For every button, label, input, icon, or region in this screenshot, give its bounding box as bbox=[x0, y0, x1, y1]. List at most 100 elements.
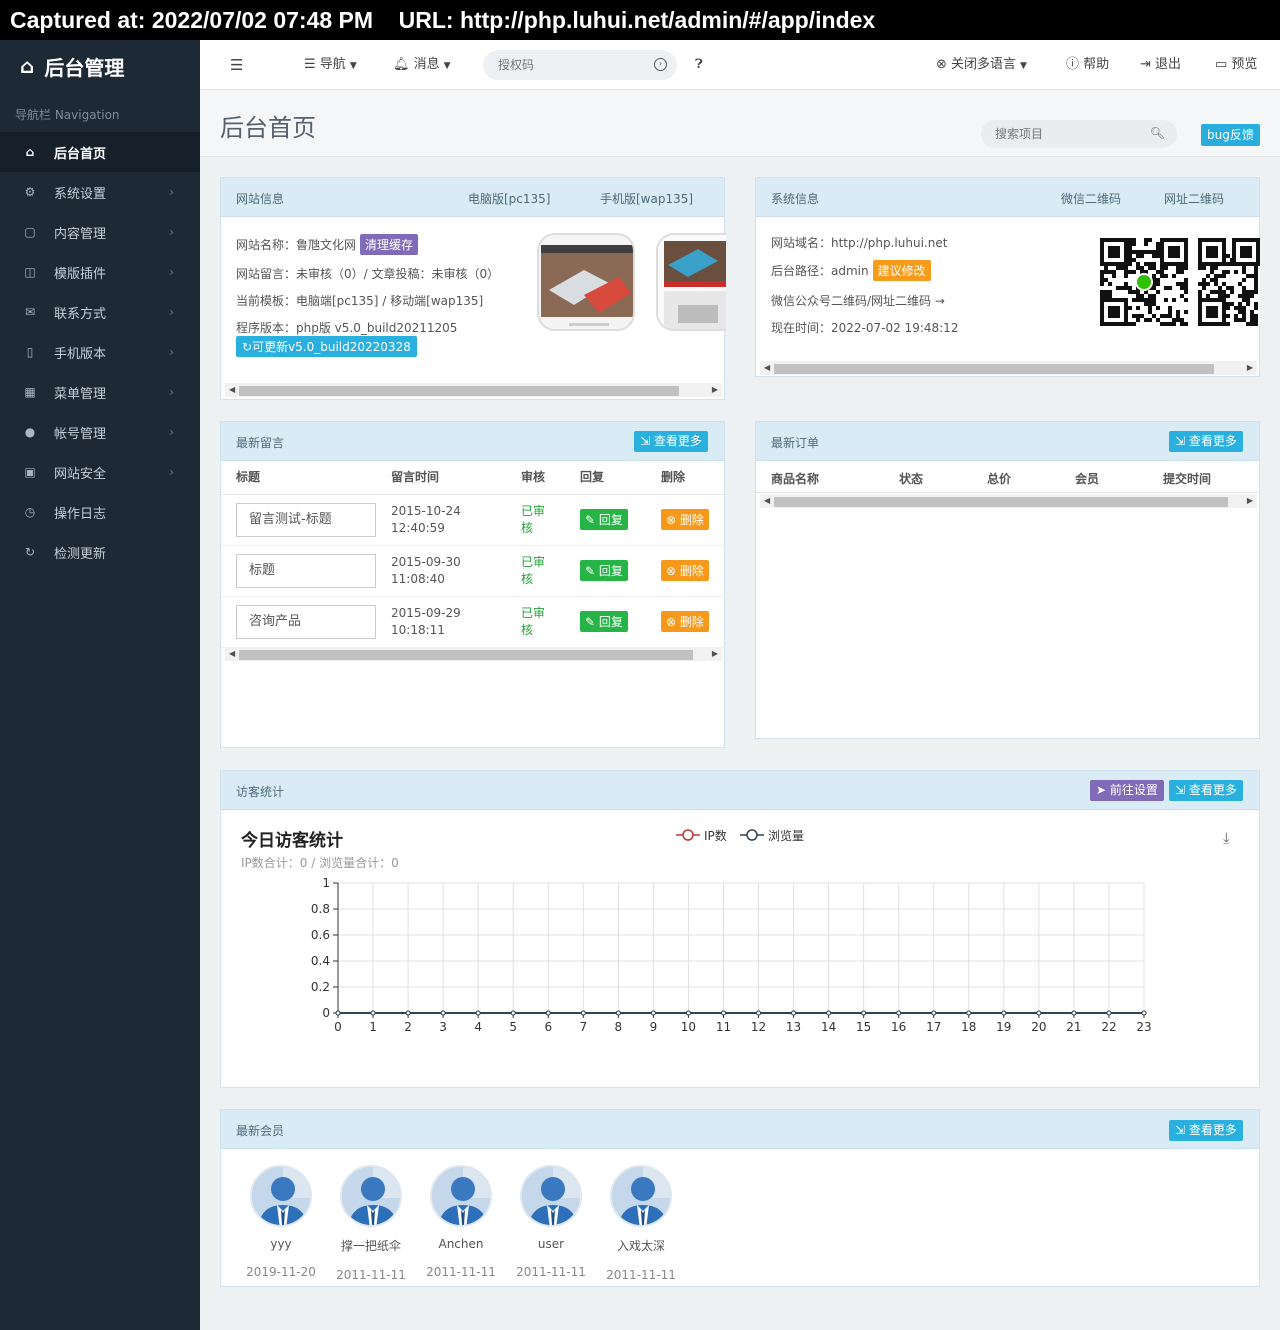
member-name: 撑一把纸伞 bbox=[340, 1239, 401, 1253]
sidebar-item-2[interactable]: ▢ 内容管理 › bbox=[0, 212, 200, 252]
x-tick-label: 12 bbox=[751, 1020, 766, 1034]
update-button[interactable]: ↻可更新v5.0_build20220328 bbox=[236, 336, 417, 357]
visitors-more-button[interactable]: ⇲ 查看更多 bbox=[1169, 780, 1243, 801]
member-card[interactable]: yyy 2019-11-20 bbox=[236, 1165, 326, 1279]
x-tick-label: 15 bbox=[856, 1020, 871, 1034]
data-point[interactable] bbox=[440, 1010, 446, 1016]
goto-settings-button[interactable]: ➤ 前往设置 bbox=[1090, 780, 1164, 801]
reply-button[interactable]: ✎ 回复 bbox=[580, 611, 628, 632]
download-icon[interactable]: ⤓ bbox=[1223, 829, 1230, 847]
auth-code-input[interactable] bbox=[483, 50, 643, 80]
y-tick-label: 1 bbox=[322, 876, 330, 890]
sidebar-item-7[interactable]: ● 帐号管理 › bbox=[0, 412, 200, 452]
sidebar-item-8[interactable]: ▣ 网站安全 › bbox=[0, 452, 200, 492]
member-card[interactable]: 入戏太深 2011-11-11 bbox=[596, 1165, 686, 1282]
sidebar-item-9[interactable]: ◷ 操作日志 bbox=[0, 492, 200, 532]
data-point[interactable] bbox=[335, 1010, 341, 1016]
data-point[interactable] bbox=[615, 1010, 621, 1016]
site-info-header: 网站信息 电脑版[pc135] 手机版[wap135] bbox=[221, 178, 724, 217]
data-point[interactable] bbox=[826, 1010, 832, 1016]
data-point[interactable] bbox=[370, 1010, 376, 1016]
reply-button[interactable]: ✎ 回复 bbox=[580, 560, 628, 581]
submit-arrow-icon[interactable]: › bbox=[654, 58, 667, 71]
system-info-scrollbar[interactable]: ◀ ▶ bbox=[760, 361, 1257, 375]
delete-button[interactable]: ⊗ 删除 bbox=[661, 560, 709, 581]
delete-button[interactable]: ⊗ 删除 bbox=[661, 509, 709, 530]
site-info-scrollbar[interactable]: ◀ ▶ bbox=[225, 383, 722, 397]
language-dropdown[interactable]: ⊗ 关闭多语言 ▼ bbox=[936, 40, 1027, 90]
sidebar-item-4[interactable]: ✉ 联系方式 › bbox=[0, 292, 200, 332]
url-qr-link[interactable]: 网址二维码 bbox=[1164, 190, 1224, 207]
data-point[interactable] bbox=[545, 1010, 551, 1016]
member-card[interactable]: 撑一把纸伞 2011-11-11 bbox=[326, 1165, 416, 1282]
sidebar-item-10[interactable]: ↻ 检测更新 bbox=[0, 532, 200, 572]
member-date: 2011-11-11 bbox=[336, 1268, 406, 1282]
logout-link[interactable]: ⇥ 退出 bbox=[1140, 40, 1181, 90]
data-point[interactable] bbox=[475, 1010, 481, 1016]
x-tick-label: 4 bbox=[474, 1020, 482, 1034]
data-point[interactable] bbox=[896, 1010, 902, 1016]
message-title-field[interactable]: 留言测试-标题 bbox=[236, 502, 376, 537]
help-link[interactable]: ⓘ 帮助 bbox=[1066, 40, 1109, 90]
delete-button[interactable]: ⊗ 删除 bbox=[661, 611, 709, 632]
pc-template-thumbnail[interactable] bbox=[537, 233, 635, 331]
data-point[interactable] bbox=[966, 1010, 972, 1016]
project-search-input[interactable] bbox=[981, 120, 1131, 148]
wechat-qr-link[interactable]: 微信二维码 bbox=[1061, 190, 1121, 207]
data-point[interactable] bbox=[791, 1010, 797, 1016]
preview-link[interactable]: ▭ 预览 bbox=[1215, 40, 1257, 90]
data-point[interactable] bbox=[756, 1010, 762, 1016]
clear-cache-button[interactable]: 清理缓存 bbox=[360, 234, 419, 255]
sidebar-item-5[interactable]: ▯ 手机版本 › bbox=[0, 332, 200, 372]
sidebar-item-1[interactable]: ⚙ 系统设置 › bbox=[0, 172, 200, 212]
data-point[interactable] bbox=[1071, 1010, 1077, 1016]
message-title-field[interactable]: 标题 bbox=[236, 553, 376, 588]
data-point[interactable] bbox=[580, 1010, 586, 1016]
data-point[interactable] bbox=[1001, 1010, 1007, 1016]
orders-more-button[interactable]: ⇲ 查看更多 bbox=[1169, 431, 1243, 452]
orders-title: 最新订单 bbox=[771, 436, 820, 450]
sidebar-item-6[interactable]: ▦ 菜单管理 › bbox=[0, 372, 200, 412]
nav-dropdown[interactable]: ☰ 导航 ▼ bbox=[304, 40, 357, 90]
pc-version-link[interactable]: 电脑版[pc135] bbox=[468, 190, 550, 207]
x-tick-label: 3 bbox=[439, 1020, 447, 1034]
wap-version-link[interactable]: 手机版[wap135] bbox=[600, 190, 693, 207]
legend-item[interactable]: 浏览量 bbox=[740, 827, 804, 844]
brand[interactable]: ⌂ 后台管理 bbox=[0, 40, 200, 92]
grid-icon: ▦ bbox=[24, 385, 36, 399]
data-point[interactable] bbox=[720, 1010, 726, 1016]
members-more-button[interactable]: ⇲ 查看更多 bbox=[1169, 1120, 1243, 1141]
orders-scrollbar[interactable]: ◀ ▶ bbox=[760, 494, 1257, 508]
menu-toggle-icon[interactable]: ☰ bbox=[230, 40, 243, 90]
avatar bbox=[340, 1165, 402, 1227]
member-card[interactable]: Anchen 2011-11-11 bbox=[416, 1165, 506, 1279]
question-icon[interactable]: ❓︎ bbox=[695, 40, 703, 90]
suggest-change-button[interactable]: 建议修改 bbox=[872, 260, 931, 281]
messages-scrollbar[interactable]: ◀ ▶ bbox=[225, 647, 722, 661]
sidebar-item-0[interactable]: ⌂ 后台首页 bbox=[0, 132, 200, 172]
message-title-field[interactable]: 咨询产品 bbox=[236, 604, 376, 639]
site-domain: 网站域名：http://php.luhui.net bbox=[771, 236, 948, 250]
data-point[interactable] bbox=[510, 1010, 516, 1016]
sidebar-item-3[interactable]: ◫ 模版插件 › bbox=[0, 252, 200, 292]
bug-feedback-button[interactable]: bug反馈 bbox=[1201, 124, 1260, 146]
data-point[interactable] bbox=[931, 1010, 937, 1016]
status-badge: 已审核 bbox=[521, 503, 546, 535]
wechat-logo-icon bbox=[1137, 275, 1151, 289]
data-point[interactable] bbox=[405, 1010, 411, 1016]
data-point[interactable] bbox=[1141, 1010, 1147, 1016]
member-name: Anchen bbox=[438, 1237, 484, 1251]
wap-template-thumbnail[interactable] bbox=[656, 233, 726, 331]
data-point[interactable] bbox=[685, 1010, 691, 1016]
messages-dropdown[interactable]: 🔔︎ 消息 ▼ bbox=[393, 40, 451, 90]
data-point[interactable] bbox=[650, 1010, 656, 1016]
search-icon[interactable]: 🔍︎ bbox=[1150, 126, 1165, 140]
data-point[interactable] bbox=[1106, 1010, 1112, 1016]
data-point[interactable] bbox=[1036, 1010, 1042, 1016]
messages-more-button[interactable]: ⇲ 查看更多 bbox=[634, 431, 708, 452]
data-point[interactable] bbox=[861, 1010, 867, 1016]
legend-item[interactable]: IP数 bbox=[676, 827, 727, 844]
member-card[interactable]: user 2011-11-11 bbox=[506, 1165, 596, 1279]
user-avatar-icon bbox=[252, 1167, 310, 1225]
reply-button[interactable]: ✎ 回复 bbox=[580, 509, 628, 530]
